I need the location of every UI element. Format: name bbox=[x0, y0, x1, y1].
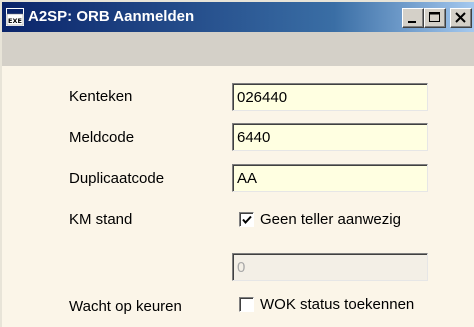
wok-status-label[interactable]: WOK status toekennen bbox=[260, 296, 414, 314]
duplicaatcode-input[interactable] bbox=[232, 164, 428, 192]
km-stand-input bbox=[232, 253, 428, 281]
maximize-button[interactable] bbox=[424, 8, 446, 28]
checkbox-box[interactable] bbox=[239, 297, 254, 312]
title-bar[interactable]: EXE A2SP: ORB Aanmelden bbox=[2, 2, 474, 32]
window-title: A2SP: ORB Aanmelden bbox=[28, 8, 195, 25]
kenteken-label: Kenteken bbox=[69, 88, 133, 105]
kenteken-input[interactable] bbox=[232, 83, 428, 111]
checkmark-icon bbox=[242, 215, 252, 225]
wacht-op-keuren-label: Wacht op keuren bbox=[69, 298, 182, 315]
meldcode-input[interactable] bbox=[232, 123, 428, 151]
checkbox-box[interactable] bbox=[239, 212, 254, 227]
maximize-icon bbox=[429, 12, 440, 22]
window-frame-strip bbox=[2, 32, 474, 66]
geen-teller-checkbox[interactable]: Geen teller aanwezig bbox=[239, 211, 439, 229]
geen-teller-label[interactable]: Geen teller aanwezig bbox=[260, 211, 401, 229]
minimize-icon bbox=[408, 21, 416, 23]
form-area: Kenteken Meldcode Duplicaatcode KM stand… bbox=[2, 66, 474, 327]
km-stand-label: KM stand bbox=[69, 211, 133, 228]
close-icon bbox=[455, 12, 466, 23]
application-window: EXE A2SP: ORB Aanmelden Kenteken Meldcod… bbox=[0, 0, 474, 327]
svg-text:EXE: EXE bbox=[8, 17, 22, 25]
meldcode-label: Meldcode bbox=[69, 129, 135, 146]
duplicaatcode-label: Duplicaatcode bbox=[69, 170, 165, 187]
exe-app-icon[interactable]: EXE bbox=[6, 8, 24, 26]
minimize-button[interactable] bbox=[402, 8, 424, 28]
wok-status-checkbox[interactable]: WOK status toekennen bbox=[239, 296, 459, 314]
close-button[interactable] bbox=[450, 8, 472, 28]
